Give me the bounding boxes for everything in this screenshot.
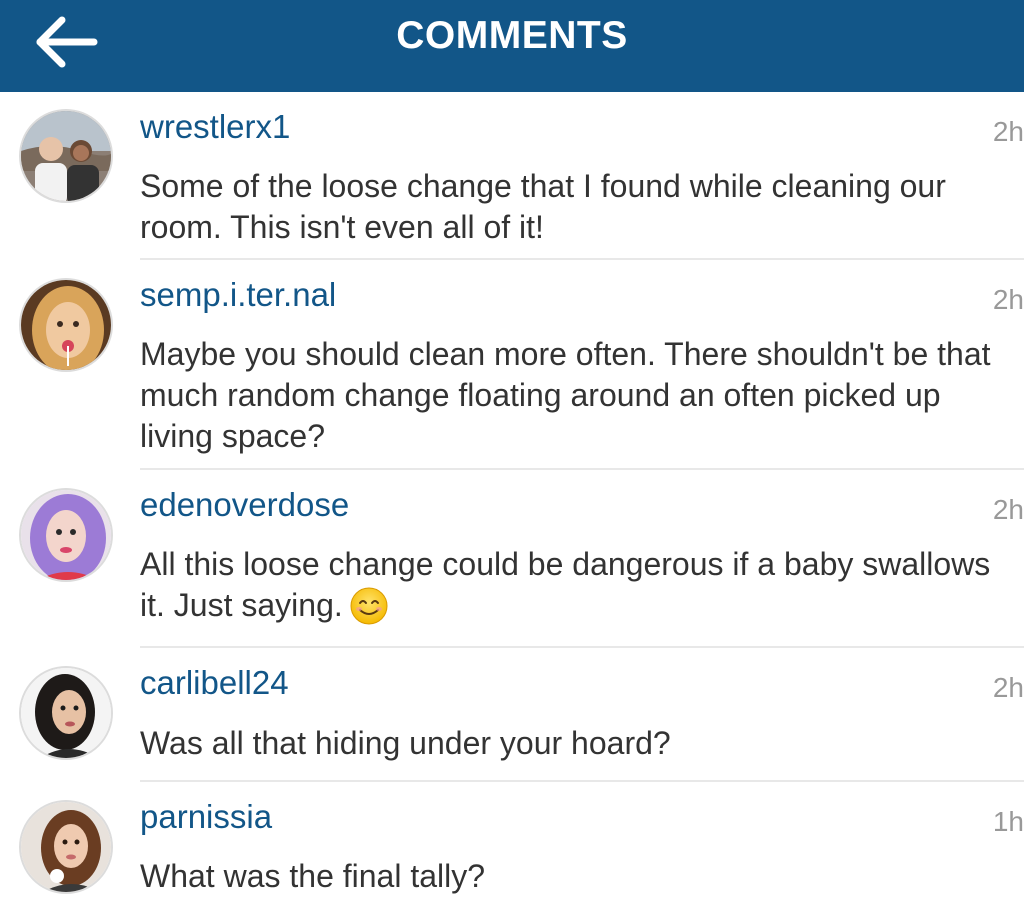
avatar[interactable] [19, 800, 113, 894]
comment-text-body: All this loose change could be dangerous… [140, 546, 991, 623]
comment-item: parnissia 1h What was the final tally? [0, 782, 1024, 905]
comment-text: What was the final tally? [140, 858, 486, 894]
comment-item: semp.i.ter.nal 2h Maybe you should clean… [0, 260, 1024, 470]
comment-username[interactable]: semp.i.ter.nal [140, 275, 336, 315]
comment-time: 2h [992, 494, 1024, 525]
comment-text: Some of the loose change that I found wh… [140, 168, 946, 245]
comment-time: 2h [992, 672, 1024, 703]
top-bar: COMMENTS [0, 0, 1024, 92]
comment-username[interactable]: edenoverdose [140, 485, 349, 525]
comment-time: 2h [992, 284, 1024, 315]
comment-username[interactable]: carlibell24 [140, 663, 289, 703]
comment-item: wrestlerx1 2h Some of the loose change t… [0, 92, 1024, 260]
comment-text: Was all that hiding under your hoard? [140, 725, 671, 761]
smiling-face-emoji-icon [349, 586, 389, 626]
comment-username[interactable]: parnissia [140, 797, 272, 837]
avatar[interactable] [19, 278, 113, 372]
avatar[interactable] [19, 109, 113, 203]
avatar[interactable] [19, 666, 113, 760]
page-title: COMMENTS [396, 14, 628, 57]
comment-item: edenoverdose 2h All this loose change co… [0, 470, 1024, 648]
comment-time: 1h [992, 806, 1024, 837]
avatar[interactable] [19, 488, 113, 582]
comment-list: wrestlerx1 2h Some of the loose change t… [0, 92, 1024, 905]
comment-text: Maybe you should clean more often. There… [140, 336, 991, 454]
comment-item: carlibell24 2h Was all that hiding under… [0, 648, 1024, 782]
comment-username[interactable]: wrestlerx1 [140, 107, 290, 147]
comment-time: 2h [992, 116, 1024, 147]
comment-text: All this loose change could be dangerous… [140, 544, 1020, 626]
